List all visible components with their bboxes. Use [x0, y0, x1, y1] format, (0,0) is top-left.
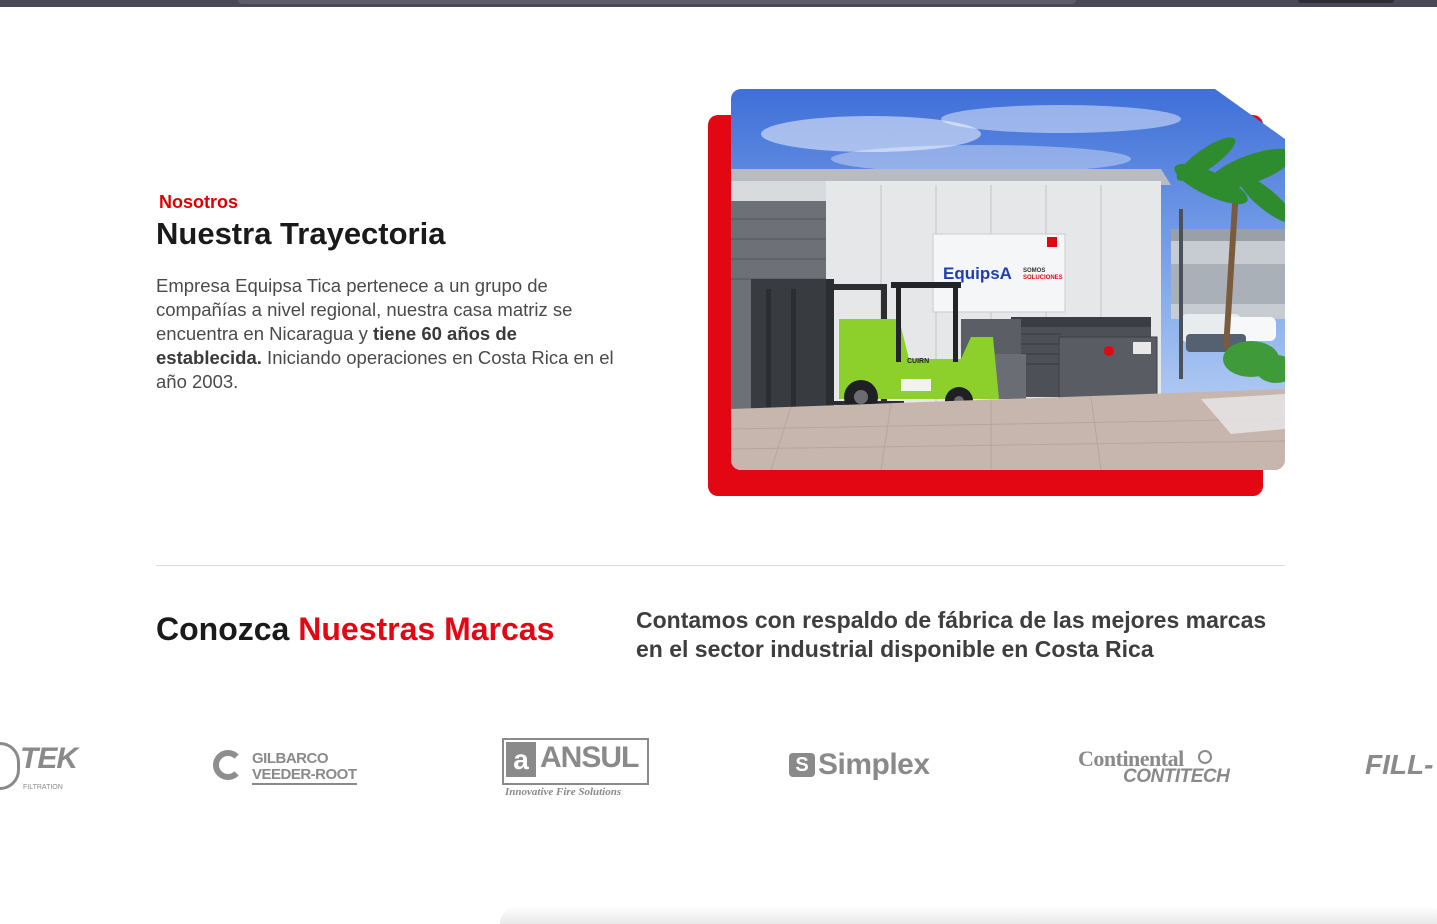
section-divider [156, 565, 1285, 566]
sign-brand-text: EquipsA [943, 264, 1012, 283]
sign-tagline-2: SOLUCIONES [1023, 275, 1063, 281]
continental-horse-icon [1198, 750, 1212, 764]
section-eyebrow: Nosotros [159, 192, 239, 212]
address-bar[interactable] [238, 0, 1076, 4]
company-photo: EquipsA SOMOS SOLUCIONES CUIRN [731, 89, 1285, 470]
sign-tagline-1: SOMOS [1023, 268, 1045, 274]
about-paragraph: Empresa Equipsa Tica pertenece a un grup… [156, 274, 616, 394]
brands-description: Contamos con respaldo de fábrica de las … [636, 607, 1267, 662]
fill-logo-name: FILL- [1365, 749, 1434, 780]
brands-title-accent: Nuestras Marcas [298, 611, 555, 647]
tek-logo-subtitle: FILTRATION [23, 784, 63, 791]
brand-logo-ansul: a ANSUL Innovative Fire Solutions [502, 738, 650, 800]
brand-logo-tek: TEK FILTRATION [0, 740, 80, 796]
ansul-tagline: Innovative Fire Solutions [505, 786, 622, 798]
ansul-mark-icon: a [506, 742, 536, 777]
tek-mark-icon [0, 742, 20, 790]
brands-title-plain: Conozca [156, 611, 299, 647]
brand-logo-continental: Continental CONTITECH [1078, 746, 1230, 790]
brand-logo-fill: FILL- [1365, 749, 1437, 785]
simplex-logo-name: Simplex [818, 748, 930, 781]
gilbarco-line1: GILBARCO [252, 750, 329, 767]
simplex-mark-icon: S [789, 753, 815, 777]
gilbarco-ring-icon [213, 750, 243, 780]
gilbarco-line2: VEEDER-ROOT [252, 766, 357, 785]
brand-logo-gilbarco: GILBARCO VEEDER-ROOT [213, 749, 363, 787]
section-title: Nuestra Trayectoria [156, 216, 446, 251]
ansul-logo-name: ANSUL [540, 741, 639, 774]
brands-title: Conozca Nuestras Marcas [156, 611, 554, 648]
bottom-shadow [500, 906, 1437, 924]
tek-logo-name: TEK [20, 742, 78, 775]
forklift-brand-text: CUIRN [907, 358, 929, 365]
toolbar-button[interactable] [1298, 0, 1394, 3]
continental-line2: CONTITECH [1123, 766, 1230, 787]
browser-top-bar [0, 0, 1437, 7]
brand-logo-simplex: S Simplex [789, 748, 939, 784]
